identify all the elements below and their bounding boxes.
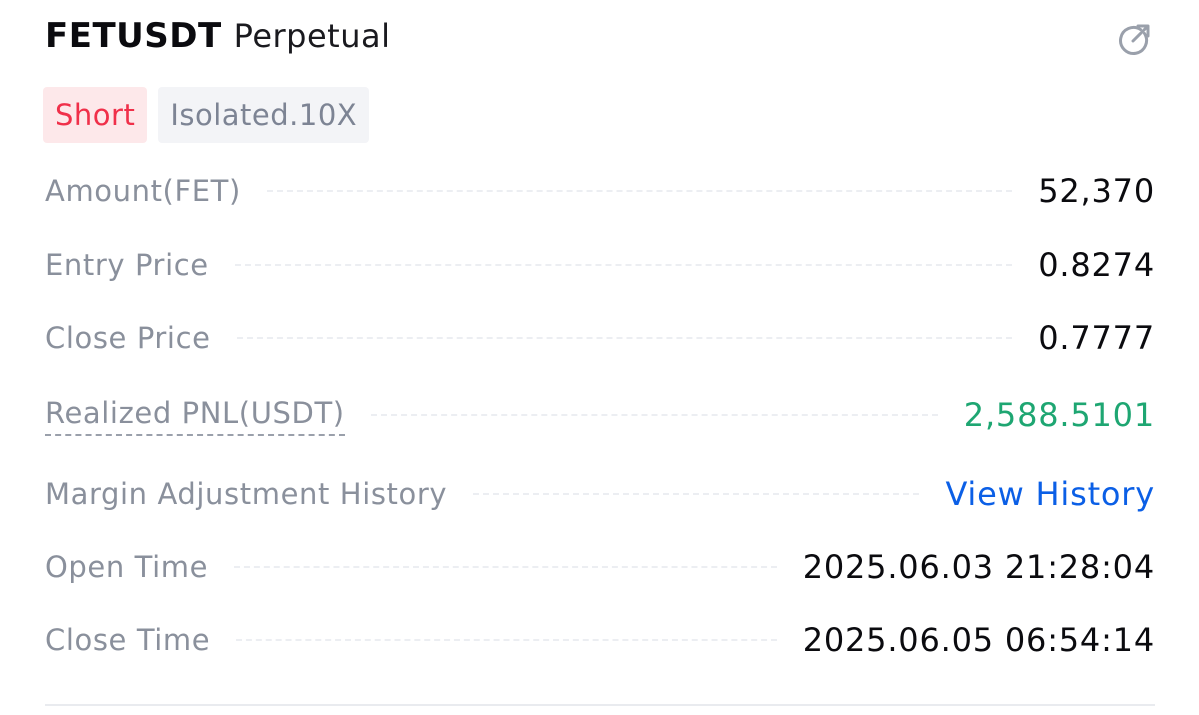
detail-row-close-price: Close Price 0.7777: [45, 316, 1155, 360]
dashed-leader: [234, 566, 777, 568]
close-price-value: 0.7777: [1038, 319, 1155, 357]
view-history-link[interactable]: View History: [945, 475, 1155, 513]
realized-pnl-label[interactable]: Realized PNL(USDT): [45, 394, 345, 436]
contract-type-label: Perpetual: [233, 17, 391, 55]
close-time-value: 2025.06.05 06:54:14: [802, 621, 1155, 659]
share-button[interactable]: [1112, 18, 1156, 62]
realized-pnl-value: 2,588.5101: [963, 396, 1155, 434]
side-badge: Short: [43, 87, 148, 143]
position-tags: Short Isolated.10X: [43, 87, 370, 143]
close-price-label: Close Price: [45, 321, 211, 355]
detail-row-open-time: Open Time 2025.06.03 21:28:04: [45, 545, 1155, 589]
entry-price-label: Entry Price: [45, 248, 209, 282]
dashed-leader: [236, 639, 777, 641]
position-header: FETUSDT Perpetual: [45, 16, 390, 64]
margin-history-label: Margin Adjustment History: [45, 477, 448, 511]
dashed-leader: [473, 493, 920, 495]
share-external-icon: [1119, 24, 1150, 55]
detail-row-amount: Amount(FET) 52,370: [45, 169, 1155, 213]
entry-price-value: 0.8274: [1038, 246, 1155, 284]
margin-mode-badge: Isolated.10X: [158, 87, 370, 143]
amount-label: Amount(FET): [45, 174, 241, 208]
position-history-card: FETUSDT Perpetual Short Isolated.10X Amo…: [0, 0, 1199, 715]
amount-value: 52,370: [1038, 172, 1155, 210]
detail-row-entry-price: Entry Price 0.8274: [45, 243, 1155, 287]
dashed-leader: [234, 264, 1013, 266]
detail-row-margin-history: Margin Adjustment History View History: [45, 472, 1155, 516]
symbol-title: FETUSDT: [45, 16, 222, 56]
open-time-value: 2025.06.03 21:28:04: [802, 548, 1155, 586]
open-time-label: Open Time: [45, 550, 209, 584]
detail-row-realized-pnl: Realized PNL(USDT) 2,588.5101: [45, 393, 1155, 437]
detail-row-close-time: Close Time 2025.06.05 06:54:14: [45, 618, 1155, 662]
close-time-label: Close Time: [45, 623, 211, 657]
dashed-leader: [236, 337, 1013, 339]
dashed-leader: [370, 414, 938, 416]
dashed-leader: [266, 190, 1013, 192]
bottom-divider: [45, 704, 1155, 706]
